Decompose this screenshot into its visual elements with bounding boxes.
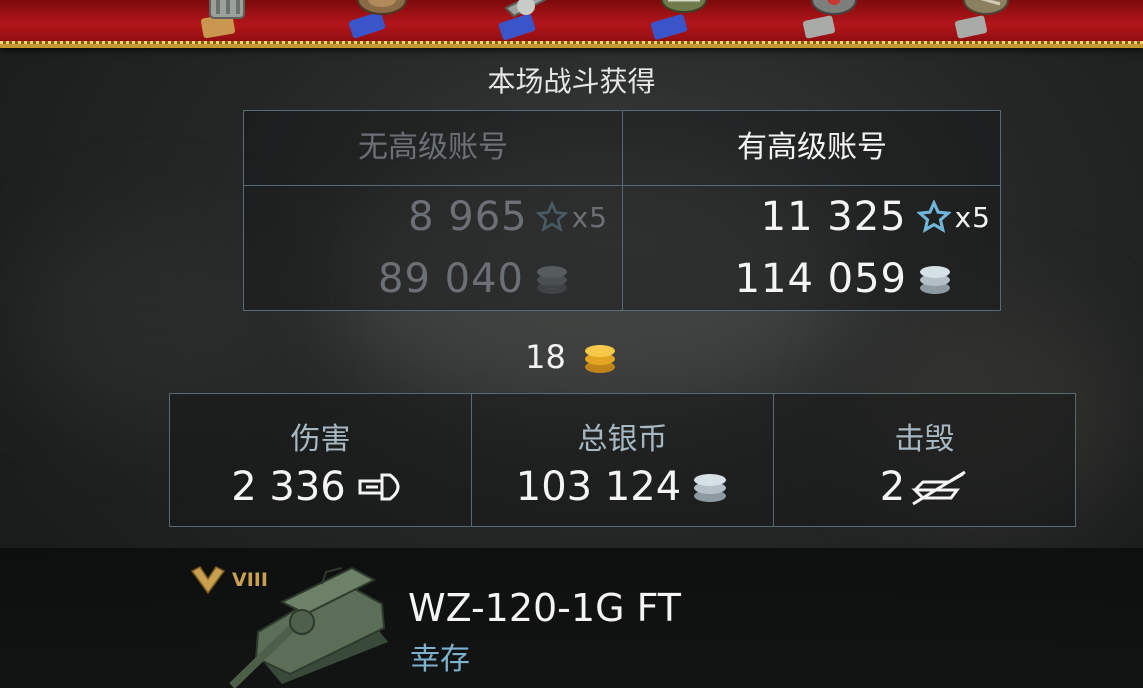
stat-total-credits: 总银币 103 124: [471, 394, 773, 526]
stat-total-credits-label: 总银币: [577, 422, 668, 457]
no-premium-experience-value: 8 965: [408, 194, 528, 240]
experience-star-icon: [535, 201, 568, 232]
no-premium-header: 无高级账号: [358, 130, 508, 165]
background-blur: [20, 220, 280, 420]
stat-kills: 击毁 2: [773, 394, 1075, 526]
vehicle-class-icon: [190, 566, 226, 595]
medal-6-icon[interactable]: [950, 0, 1012, 48]
no-premium-experience: 8 965 x5: [244, 187, 608, 247]
damage-shell-icon: [358, 473, 400, 501]
premium-experience-multiplier: x5: [954, 200, 991, 234]
stat-damage-value: 2 336: [231, 464, 346, 510]
medal-4-icon[interactable]: [648, 0, 710, 48]
battle-stats-panel: 伤害 2 336 总银币 103 124 击毁 2: [169, 393, 1076, 527]
silver-coins-icon: [537, 266, 567, 294]
gold-reward: 18: [0, 334, 1143, 380]
premium-experience: 11 325 x5: [623, 187, 991, 247]
stat-kills-value: 2: [879, 464, 906, 510]
medal-1-icon[interactable]: [196, 0, 258, 48]
medal-3-icon[interactable]: [496, 0, 558, 48]
medal-banner: [0, 0, 1143, 48]
gold-coins-icon: [584, 345, 615, 373]
premium-credits: 114 059: [623, 249, 953, 309]
premium-comparison-table: 无高级账号 有高级账号 8 965 x5 89 040 11 325 x5 11…: [243, 110, 1001, 311]
vehicle-name: WZ-120-1G FT: [408, 586, 681, 630]
stat-kills-row: 2: [774, 464, 1075, 510]
no-premium-credits: 89 040: [244, 249, 570, 309]
vehicle-tank-image: [229, 566, 388, 688]
premium-experience-value: 11 325: [760, 194, 907, 240]
medal-5-icon[interactable]: [798, 0, 860, 48]
premium-credits-value: 114 059: [734, 256, 907, 302]
stat-total-credits-value: 103 124: [515, 464, 682, 510]
no-premium-credits-value: 89 040: [378, 256, 524, 302]
stat-kills-label: 击毁: [894, 422, 955, 457]
vehicle-status: 幸存: [410, 642, 470, 677]
gold-value: 18: [525, 338, 566, 376]
silver-coins-icon: [920, 266, 950, 294]
silver-coins-icon: [694, 474, 727, 502]
stat-damage-label: 伤害: [290, 422, 351, 457]
no-premium-experience-multiplier: x5: [571, 200, 608, 234]
destroyed-tank-icon: [911, 470, 967, 506]
premium-header: 有高级账号: [737, 130, 887, 165]
medal-2-icon[interactable]: [346, 0, 408, 48]
header-divider: [244, 185, 1000, 186]
stat-total-credits-row: 103 124: [472, 464, 773, 510]
stat-damage-row: 2 336: [170, 464, 471, 510]
stat-damage: 伤害 2 336: [170, 394, 471, 526]
battle-earnings-title: 本场战斗获得: [487, 65, 656, 98]
experience-star-icon: [916, 200, 951, 233]
